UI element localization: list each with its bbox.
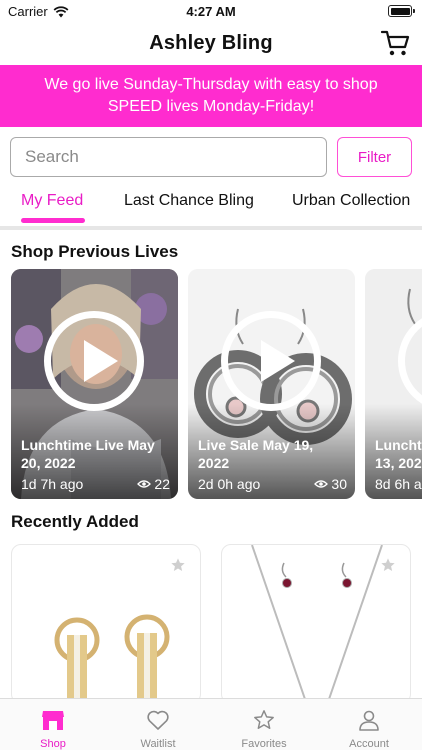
cart-icon: [380, 30, 410, 56]
live-time-ago: 1d 7h ago: [21, 476, 84, 492]
bottom-tab-account[interactable]: Account: [329, 709, 409, 750]
live-title: Live Sale May 19, 2022: [198, 437, 314, 471]
status-time: 4:27 AM: [186, 4, 236, 19]
live-card[interactable]: Live Sale May 19, 2022 2d 0h ago 30: [188, 269, 355, 499]
status-bar: Carrier 4:27 AM: [0, 0, 422, 24]
bottom-tab-label: Favorites: [241, 738, 287, 750]
banner-line-1: We go live Sunday-Thursday with easy to …: [44, 76, 378, 93]
banner-line-2: SPEED lives Monday-Friday!: [107, 98, 315, 115]
live-view-count: 30: [331, 476, 347, 492]
section-title-recently-added: Recently Added: [11, 512, 139, 531]
nav-bar: Ashley Bling: [0, 24, 422, 64]
product-card[interactable]: [11, 544, 201, 704]
bottom-tab-label: Waitlist: [140, 738, 176, 750]
live-view-count: 22: [154, 476, 170, 492]
play-icon[interactable]: [221, 311, 321, 411]
live-time-ago: 8d 6h ago: [375, 476, 422, 492]
tabs-divider: [0, 226, 422, 230]
bottom-tab-bar: Shop Waitlist Favorites Account: [0, 698, 422, 750]
live-views: 30: [314, 476, 347, 492]
live-card[interactable]: Lunchtime Live May 13, 2022 8d 6h ago: [365, 269, 422, 499]
star-icon: [254, 710, 274, 729]
announcement-banner: We go live Sunday-Thursday with easy to …: [0, 65, 422, 127]
bottom-tab-label: Shop: [40, 738, 66, 750]
tab-my-feed[interactable]: My Feed: [21, 192, 83, 210]
heart-icon: [147, 710, 169, 730]
play-icon[interactable]: [44, 311, 144, 411]
person-icon: [359, 710, 379, 731]
filter-button[interactable]: Filter: [337, 137, 412, 177]
live-title: Lunchtime Live May 13, 2022: [375, 437, 422, 471]
section-title-previous-lives: Shop Previous Lives: [11, 242, 179, 261]
tab-urban-collection[interactable]: Urban Collection: [292, 192, 410, 210]
live-views: 22: [137, 476, 170, 492]
bottom-tab-shop[interactable]: Shop: [13, 709, 93, 750]
battery-icon: [388, 5, 415, 17]
favorite-star-icon[interactable]: [170, 557, 186, 573]
cart-button[interactable]: [380, 28, 410, 58]
search-input[interactable]: [10, 137, 327, 177]
page-title: Ashley Bling: [149, 32, 273, 54]
favorite-star-icon[interactable]: [380, 557, 396, 573]
tab-last-chance-bling[interactable]: Last Chance Bling: [124, 192, 254, 210]
eye-icon: [314, 480, 329, 488]
live-time-ago: 2d 0h ago: [198, 476, 261, 492]
live-title: Lunchtime Live May 20, 2022: [21, 437, 155, 471]
live-card[interactable]: Lunchtime Live May 20, 2022 1d 7h ago 22: [11, 269, 178, 499]
eye-icon: [137, 480, 152, 488]
bottom-tab-label: Account: [349, 738, 389, 750]
bottom-tab-waitlist[interactable]: Waitlist: [118, 709, 198, 750]
bottom-tab-favorites[interactable]: Favorites: [224, 709, 304, 750]
active-tab-indicator: [21, 218, 85, 223]
product-card[interactable]: [221, 544, 411, 704]
shop-icon: [42, 711, 64, 730]
